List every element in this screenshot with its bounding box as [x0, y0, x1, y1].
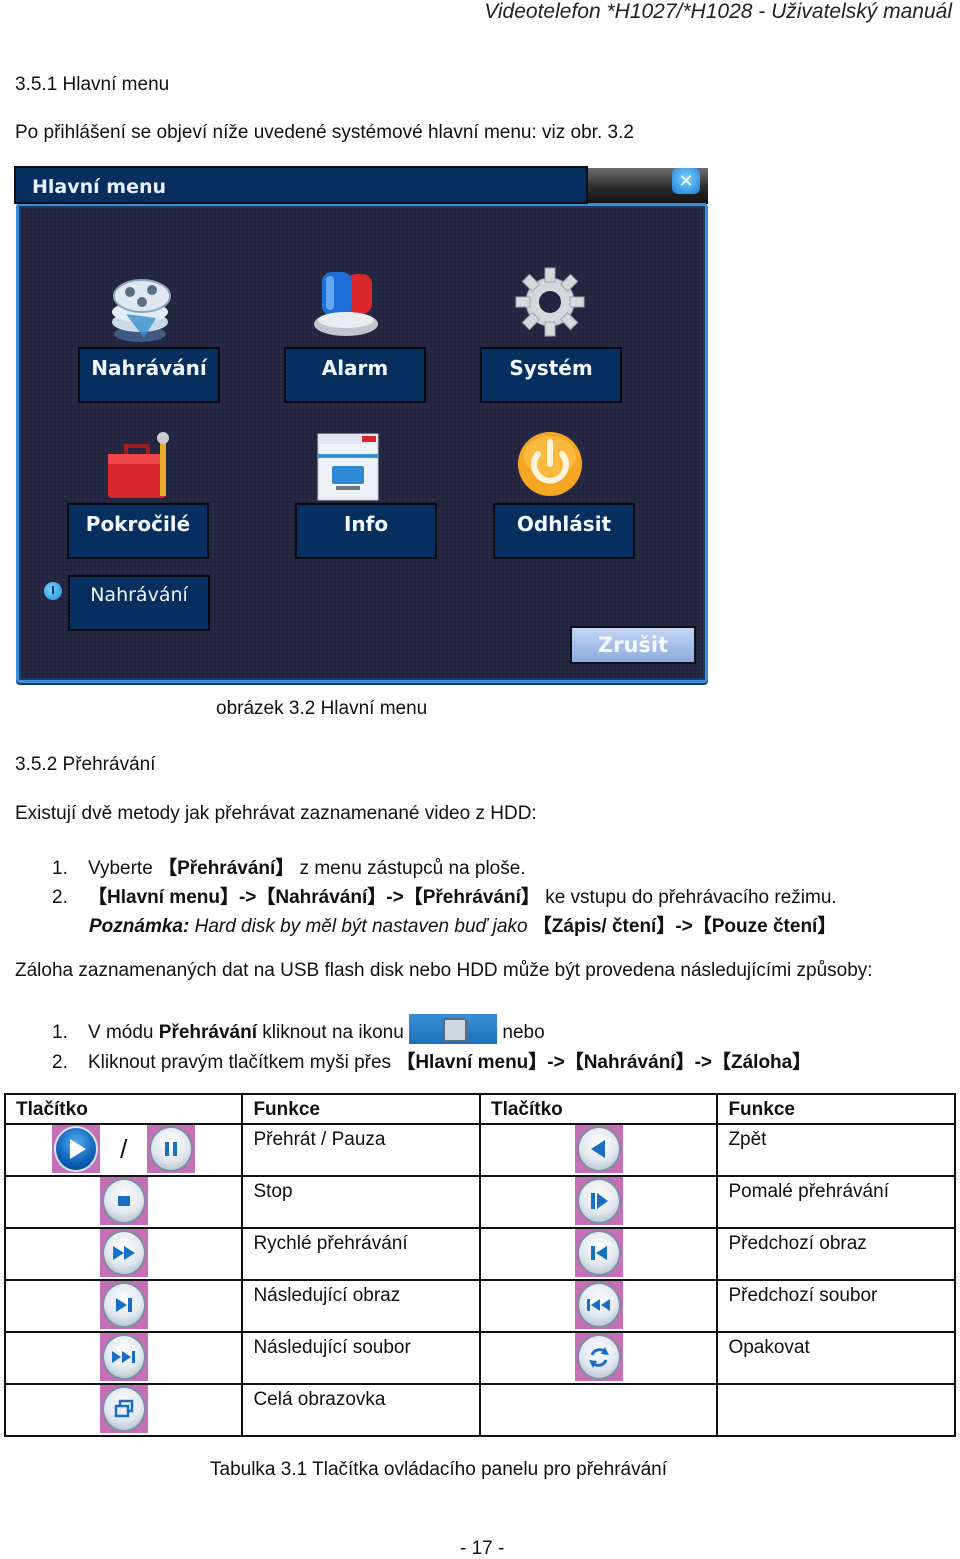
fast-forward-icon — [99, 1229, 148, 1277]
alarm-siren-icon[interactable] — [308, 262, 388, 342]
method-menu-path: 【Hlavní menu】->【Nahrávání】->【Přehrávání】 — [88, 887, 540, 908]
method-text: V módu — [88, 1022, 159, 1044]
backup-intro: Záloha zaznamenaných dat na USB flash di… — [15, 960, 873, 981]
method-text: kliknout na ikonu — [257, 1022, 410, 1044]
table-row: / Přehrát / Pauza Zpět — [3, 1123, 956, 1177]
section-heading-playback: 3.5.2 Přehrávání — [15, 754, 156, 775]
gear-icon[interactable] — [510, 262, 590, 342]
menu-button-info[interactable]: Info — [295, 503, 437, 559]
document-header: Videotelefon *H1027/*H1028 - Uživatelský… — [484, 0, 952, 23]
empty-cell — [478, 1383, 719, 1437]
power-icon[interactable] — [512, 428, 592, 508]
column-header: Funkce — [241, 1093, 481, 1125]
table-row: Následující soubor Opakovat — [3, 1331, 956, 1385]
section-heading-main-menu: 3.5.1 Hlavní menu — [15, 74, 170, 95]
function-cell: Opakovat — [716, 1331, 956, 1385]
record-film-reel-icon[interactable] — [100, 268, 180, 348]
dialog-title: Hlavní menu — [14, 166, 588, 204]
function-cell — [716, 1383, 956, 1437]
function-cell: Zpět — [716, 1123, 956, 1177]
function-cell: Pomalé přehrávání — [716, 1175, 956, 1229]
column-header: Tlačítko — [3, 1093, 244, 1125]
page-number: - 17 - — [460, 1538, 505, 1559]
function-cell: Následující soubor — [241, 1331, 481, 1385]
menu-button-recording[interactable]: Nahrávání — [78, 347, 220, 403]
playback-method-1: 1. Vyberte 【Přehrávání】 z menu zástupců n… — [52, 853, 526, 880]
menu-button-alarm[interactable]: Alarm — [284, 347, 426, 403]
method-menu-path: 【Hlavní menu】->【Nahrávání】->【Záloha】 — [396, 1052, 812, 1073]
note-menu-path: 【Zápis/ čtení】->【Pouze čtení】 — [532, 916, 837, 937]
playback-method-2: 2. 【Hlavní menu】->【Nahrávání】->【Přehráván… — [52, 882, 837, 909]
repeat-icon — [574, 1333, 623, 1381]
fullscreen-icon — [99, 1385, 148, 1433]
method-text: nebo — [497, 1022, 545, 1044]
section-intro: Po přihlášení se objeví níže uvedené sys… — [15, 122, 634, 143]
method-text: Vyberte — [88, 858, 159, 879]
play-icon — [52, 1125, 101, 1173]
function-cell: Rychlé přehrávání — [241, 1227, 481, 1281]
method-mode: Přehrávání — [158, 1022, 257, 1044]
playback-note: Poznámka: Hard disk by měl být nastaven … — [89, 911, 836, 938]
method-text: ke vstupu do přehrávacího režimu. — [545, 887, 837, 908]
table-header-row: Tlačítko Funkce Tlačítko Funkce — [3, 1093, 956, 1125]
close-icon: ✕ — [678, 171, 694, 191]
status-button-recording[interactable]: Nahrávání — [68, 575, 210, 631]
list-number: 2. — [52, 887, 68, 908]
back-icon — [574, 1125, 623, 1173]
playback-controls-table: Tlačítko Funkce Tlačítko Funkce / Přehrá… — [3, 1093, 956, 1437]
next-frame-icon — [99, 1281, 148, 1329]
menu-button-advanced[interactable]: Pokročilé — [67, 503, 209, 559]
toolbox-icon[interactable] — [100, 428, 180, 508]
table-row: Stop Pomalé přehrávání — [3, 1175, 956, 1229]
method-text: z menu zástupců na ploše. — [294, 858, 526, 879]
function-cell: Celá obrazovka — [241, 1383, 481, 1437]
backup-method-2: 2. Kliknout pravým tlačítkem myši přes 【H… — [52, 1047, 811, 1074]
table-row: Celá obrazovka — [3, 1383, 956, 1437]
list-number: 2. — [52, 1052, 68, 1073]
note-label: Poznámka: — [89, 916, 190, 937]
cancel-button[interactable]: Zrušit — [570, 626, 696, 664]
separator: / — [120, 1133, 128, 1164]
function-cell: Předchozí soubor — [716, 1279, 956, 1333]
figure-caption: obrázek 3.2 Hlavní menu — [216, 698, 428, 719]
list-number: 1. — [52, 1022, 68, 1044]
playback-intro: Existují dvě metody jak přehrávat zaznam… — [15, 803, 537, 824]
menu-button-system[interactable]: Systém — [480, 347, 622, 403]
slow-play-icon — [574, 1177, 623, 1225]
function-cell: Předchozí obraz — [716, 1227, 956, 1281]
method-text: Kliknout pravým tlačítkem myši přes — [88, 1052, 397, 1073]
method-menu-path: 【Přehrávání】 — [158, 858, 295, 879]
pause-icon — [147, 1125, 196, 1173]
previous-file-icon — [574, 1281, 623, 1329]
function-cell: Stop — [241, 1175, 481, 1229]
list-number: 1. — [52, 858, 68, 879]
column-header: Funkce — [716, 1093, 956, 1125]
previous-frame-icon — [574, 1229, 623, 1277]
menu-button-logout[interactable]: Odhlásit — [493, 503, 635, 559]
usb-backup-icon — [409, 1014, 498, 1044]
table-row: Následující obraz Předchozí soubor — [3, 1279, 956, 1333]
table-caption: Tabulka 3.1 Tlačítka ovládacího panelu p… — [210, 1459, 668, 1480]
info-indicator-icon — [44, 582, 62, 600]
table-row: Rychlé přehrávání Předchozí obraz — [3, 1227, 956, 1281]
column-header: Tlačítko — [478, 1093, 719, 1125]
function-cell: Přehrát / Pauza — [241, 1123, 481, 1177]
stop-icon — [99, 1177, 148, 1225]
function-cell: Následující obraz — [241, 1279, 481, 1333]
next-file-icon — [99, 1333, 148, 1381]
note-text: Hard disk by měl být nastaven buď jako — [189, 916, 533, 937]
backup-method-1: 1. V módu Přehrávání kliknout na ikonu ne… — [52, 1014, 545, 1048]
info-window-icon[interactable] — [312, 430, 392, 510]
close-button[interactable]: ✕ — [672, 168, 700, 194]
